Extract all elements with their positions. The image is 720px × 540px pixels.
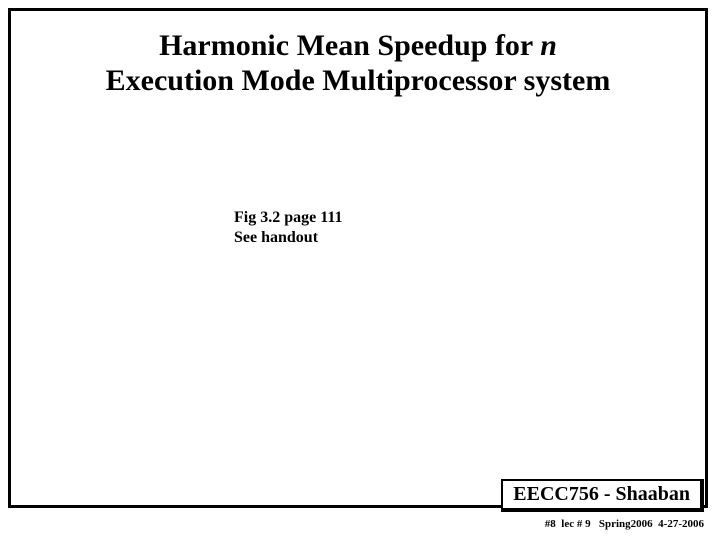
slide-title: Harmonic Mean Speedup for n Execution Mo… bbox=[31, 29, 685, 98]
footer-sub-text: #8 lec # 9 Spring2006 4-27-2006 bbox=[545, 518, 704, 530]
slide-frame: Harmonic Mean Speedup for n Execution Mo… bbox=[8, 8, 708, 508]
figref-line2: See handout bbox=[234, 229, 318, 246]
footer-course-text: EECC756 - Shaaban bbox=[513, 483, 690, 505]
title-line1-prefix: Harmonic Mean Speedup for bbox=[159, 29, 540, 62]
title-line1-italic: n bbox=[540, 29, 557, 62]
figure-reference: Fig 3.2 page 111 See handout bbox=[234, 208, 342, 248]
footer-course-box: EECC756 - Shaaban bbox=[501, 479, 704, 512]
title-line2: Execution Mode Multiprocessor system bbox=[106, 64, 611, 97]
figref-line1: Fig 3.2 page 111 bbox=[234, 209, 342, 226]
